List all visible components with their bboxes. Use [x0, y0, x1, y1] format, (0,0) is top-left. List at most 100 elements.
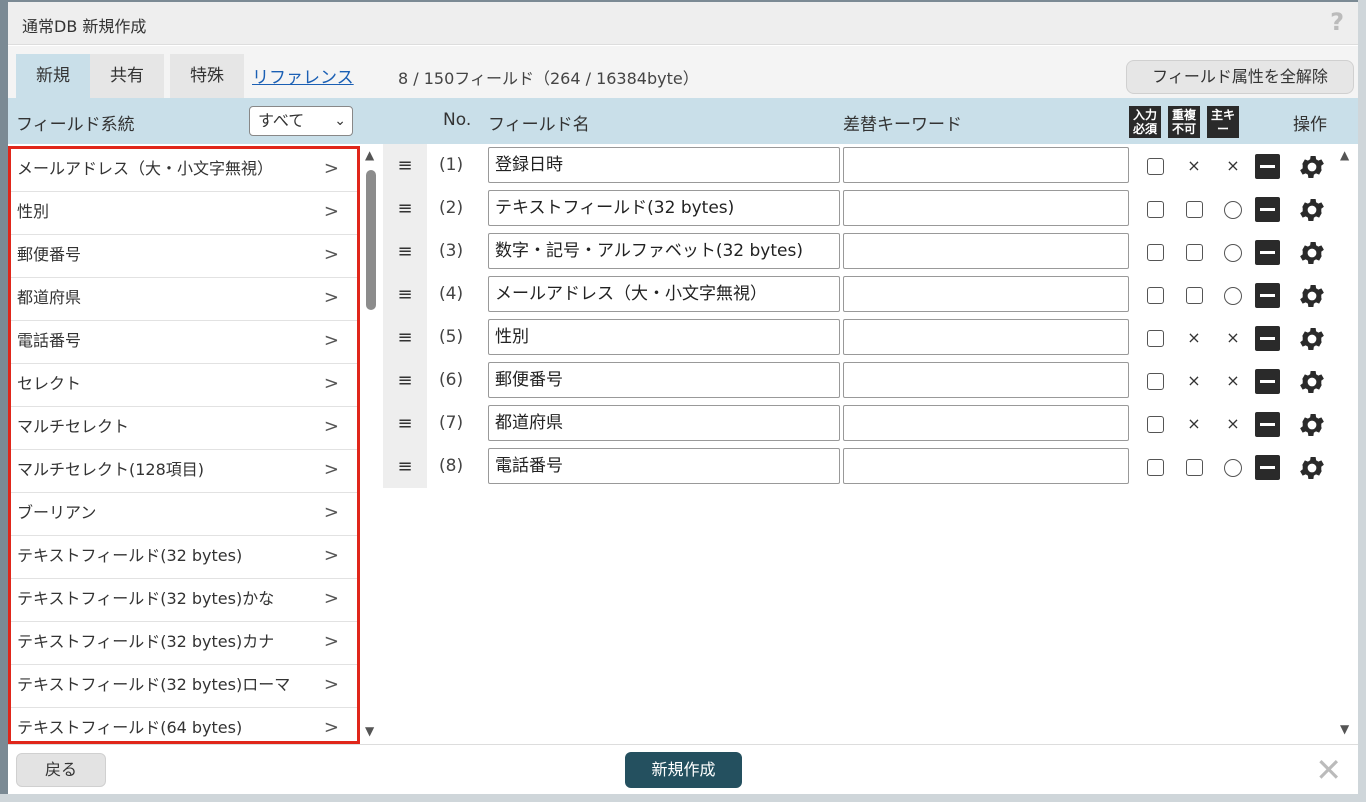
tab-special[interactable]: 特殊 [170, 54, 244, 98]
remove-field-icon[interactable] [1255, 154, 1280, 179]
drag-handle-icon[interactable]: ≡ [383, 359, 427, 402]
field-name-input[interactable]: 性別 [488, 319, 840, 355]
reference-link[interactable]: リファレンス [252, 63, 354, 88]
field-type-item[interactable]: テキストフィールド(64 bytes) > [11, 708, 357, 741]
tab-shared[interactable]: 共有 [90, 54, 164, 98]
unique-checkbox[interactable] [1185, 201, 1203, 218]
chevron-right-icon: > [323, 631, 339, 652]
field-type-item[interactable]: テキストフィールド(32 bytes)カナ > [11, 622, 357, 665]
remove-field-icon[interactable] [1255, 455, 1280, 480]
remove-field-icon[interactable] [1255, 326, 1280, 351]
primary-key-radio[interactable] [1224, 286, 1242, 305]
keyword-input[interactable] [843, 276, 1129, 312]
remove-field-icon[interactable] [1255, 197, 1280, 222]
drag-handle-icon[interactable]: ≡ [383, 402, 427, 445]
required-checkbox[interactable] [1146, 158, 1164, 175]
field-name-input[interactable]: 登録日時 [488, 147, 840, 183]
field-type-item[interactable]: マルチセレクト(128項目) > [11, 450, 357, 493]
field-type-item[interactable]: テキストフィールド(32 bytes)ローマ > [11, 665, 357, 708]
keyword-input[interactable] [843, 362, 1129, 398]
field-type-scrollbar[interactable]: ▲ ▼ [364, 146, 378, 742]
field-name-input[interactable]: 都道府県 [488, 405, 840, 441]
field-type-label: テキストフィールド(64 bytes) [17, 718, 243, 737]
drag-handle-icon[interactable]: ≡ [383, 230, 427, 273]
required-checkbox[interactable] [1146, 201, 1164, 218]
field-type-item[interactable]: テキストフィールド(32 bytes)かな > [11, 579, 357, 622]
field-type-item[interactable]: セレクト > [11, 364, 357, 407]
filter-selected-value: すべて [258, 111, 305, 130]
keyword-input[interactable] [843, 405, 1129, 441]
field-type-label: マルチセレクト [17, 417, 130, 436]
field-type-filter-select[interactable]: すべて ⌄ [249, 106, 353, 136]
scroll-down-icon[interactable]: ▼ [1340, 722, 1349, 736]
required-checkbox[interactable] [1146, 459, 1164, 476]
unique-checkbox[interactable] [1185, 287, 1203, 304]
primary-key-radio[interactable] [1224, 200, 1242, 219]
unique-checkbox[interactable] [1185, 244, 1203, 261]
remove-field-icon[interactable] [1255, 412, 1280, 437]
gear-icon[interactable] [1297, 195, 1327, 225]
field-name-input[interactable]: 郵便番号 [488, 362, 840, 398]
field-type-item[interactable]: メールアドレス（大・小文字無視） > [11, 149, 357, 192]
unique-checkbox[interactable] [1185, 459, 1203, 476]
field-type-item[interactable]: テキストフィールド(32 bytes) > [11, 536, 357, 579]
drag-handle-icon[interactable]: ≡ [383, 144, 427, 187]
field-number: (4) [439, 284, 464, 304]
keyword-input[interactable] [843, 190, 1129, 226]
scroll-up-icon[interactable]: ▲ [365, 148, 374, 162]
field-number: (5) [439, 327, 464, 347]
drag-handle-icon[interactable]: ≡ [383, 445, 427, 488]
primary-key-radio[interactable] [1224, 458, 1242, 477]
gear-icon[interactable] [1297, 152, 1327, 182]
gear-icon[interactable] [1297, 367, 1327, 397]
gear-icon[interactable] [1297, 281, 1327, 311]
chevron-right-icon: > [323, 373, 339, 394]
remove-field-icon[interactable] [1255, 369, 1280, 394]
field-type-item[interactable]: 郵便番号 > [11, 235, 357, 278]
field-type-item[interactable]: 都道府県 > [11, 278, 357, 321]
keyword-input[interactable] [843, 319, 1129, 355]
primary-key-radio[interactable] [1224, 243, 1242, 262]
field-name-input[interactable]: メールアドレス（大・小文字無視） [488, 276, 840, 312]
gear-icon[interactable] [1297, 453, 1327, 483]
required-checkbox[interactable] [1146, 416, 1164, 433]
primary-key-cell: × [1218, 402, 1248, 445]
required-checkbox[interactable] [1146, 373, 1164, 390]
new-db-dialog: 通常DB 新規作成 ? 新規 共有 特殊 リファレンス 8 / 150フィールド… [8, 2, 1358, 794]
field-type-item[interactable]: 性別 > [11, 192, 357, 235]
tab-new[interactable]: 新規 [16, 54, 90, 98]
field-list-scrollbar[interactable]: ▲ ▼ [1338, 146, 1354, 740]
keyword-input[interactable] [843, 233, 1129, 269]
clear-attributes-button[interactable]: フィールド属性を全解除 [1126, 60, 1354, 94]
scroll-down-icon[interactable]: ▼ [365, 724, 374, 738]
drag-handle-icon[interactable]: ≡ [383, 316, 427, 359]
help-icon[interactable]: ? [1330, 8, 1344, 36]
chevron-right-icon: > [323, 158, 339, 179]
create-button[interactable]: 新規作成 [625, 752, 742, 788]
scrollbar-thumb[interactable] [366, 170, 376, 310]
required-checkbox[interactable] [1146, 330, 1164, 347]
gear-icon[interactable] [1297, 324, 1327, 354]
chevron-right-icon: > [323, 244, 339, 265]
remove-field-icon[interactable] [1255, 240, 1280, 265]
field-type-item[interactable]: マルチセレクト > [11, 407, 357, 450]
required-checkbox[interactable] [1146, 287, 1164, 304]
field-name-input[interactable]: 数字・記号・アルファベット(32 bytes) [488, 233, 840, 269]
gear-icon[interactable] [1297, 238, 1327, 268]
gear-icon[interactable] [1297, 410, 1327, 440]
field-name-input[interactable]: テキストフィールド(32 bytes) [488, 190, 840, 226]
drag-handle-icon[interactable]: ≡ [383, 187, 427, 230]
back-button[interactable]: 戻る [16, 753, 106, 787]
field-type-item[interactable]: 電話番号 > [11, 321, 357, 364]
required-checkbox[interactable] [1146, 244, 1164, 261]
field-name-input[interactable]: 電話番号 [488, 448, 840, 484]
primary-key-cell [1218, 187, 1248, 230]
close-icon[interactable]: ✕ [1315, 751, 1342, 789]
drag-handle-icon[interactable]: ≡ [383, 273, 427, 316]
scroll-up-icon[interactable]: ▲ [1340, 148, 1349, 162]
field-type-item[interactable]: ブーリアン > [11, 493, 357, 536]
keyword-input[interactable] [843, 448, 1129, 484]
field-type-label: テキストフィールド(32 bytes) [17, 546, 243, 565]
keyword-input[interactable] [843, 147, 1129, 183]
remove-field-icon[interactable] [1255, 283, 1280, 308]
